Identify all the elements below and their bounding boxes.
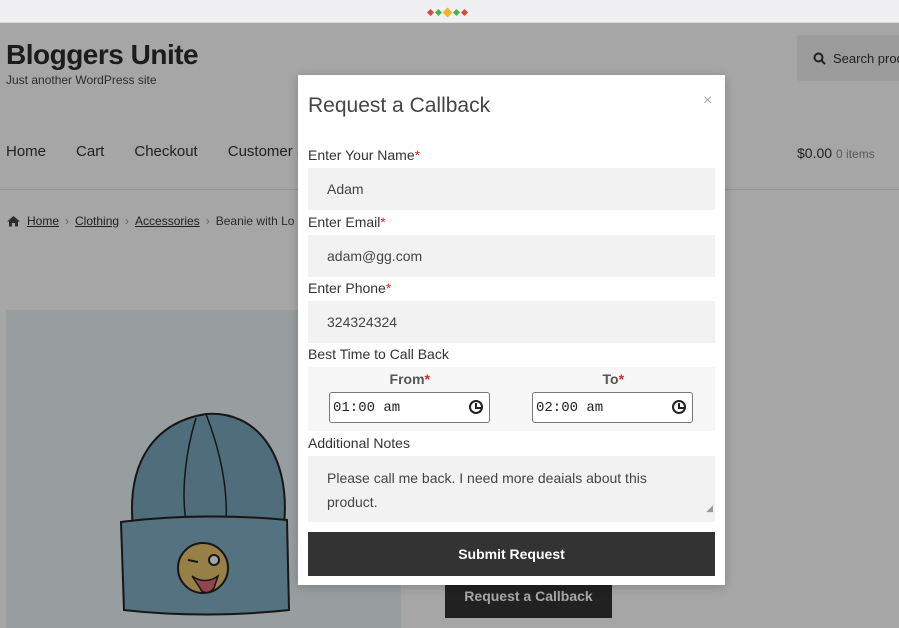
dot-green <box>452 8 461 17</box>
required-mark: * <box>618 371 625 387</box>
from-label-text: From <box>389 371 425 387</box>
dot-green <box>434 8 443 17</box>
submit-request-button[interactable]: Submit Request <box>308 532 715 576</box>
resize-handle-icon[interactable]: ◢ <box>706 496 713 520</box>
to-label: To * <box>512 367 716 391</box>
phone-label-text: Enter Phone <box>308 280 386 296</box>
to-label-text: To <box>602 371 619 387</box>
clock-icon[interactable] <box>469 400 483 414</box>
close-icon[interactable]: × <box>703 92 712 110</box>
to-time-value: 02:00 am <box>536 399 604 416</box>
to-time-input[interactable]: 02:00 am <box>532 392 693 423</box>
email-label-text: Enter Email <box>308 214 381 230</box>
callback-modal: Request a Callback × Enter Your Name* Ad… <box>298 75 725 585</box>
required-mark: * <box>424 371 430 387</box>
clock-icon[interactable] <box>672 400 686 414</box>
from-label: From * <box>308 367 512 391</box>
time-headers: From * To * <box>308 367 715 391</box>
dot-red <box>460 8 469 17</box>
best-time-label: Best Time to Call Back <box>308 346 449 362</box>
required-mark: * <box>380 214 386 230</box>
phone-field[interactable]: 324324324 <box>308 301 715 343</box>
name-label: Enter Your Name* <box>308 147 420 163</box>
notes-textarea[interactable]: Please call me back. I need more deaials… <box>308 456 715 522</box>
phone-label: Enter Phone* <box>308 280 391 296</box>
name-field[interactable]: Adam <box>308 168 715 210</box>
notes-label: Additional Notes <box>308 435 410 451</box>
email-field[interactable]: adam@gg.com <box>308 235 715 277</box>
dot-yellow <box>442 7 453 18</box>
time-inputs: 01:00 am 02:00 am <box>308 391 715 431</box>
from-time-value: 01:00 am <box>333 399 401 416</box>
required-mark: * <box>414 147 421 163</box>
email-label: Enter Email* <box>308 214 386 230</box>
dot-red <box>426 8 435 17</box>
loading-dots <box>426 7 469 18</box>
page: Bloggers Unite Just another WordPress si… <box>0 23 899 628</box>
notes-text: Please call me back. I need more deaials… <box>327 470 647 510</box>
browser-top-bar <box>0 0 899 23</box>
required-mark: * <box>385 280 392 296</box>
name-label-text: Enter Your Name <box>308 147 415 163</box>
modal-title: Request a Callback <box>308 94 491 117</box>
from-time-input[interactable]: 01:00 am <box>329 392 490 423</box>
